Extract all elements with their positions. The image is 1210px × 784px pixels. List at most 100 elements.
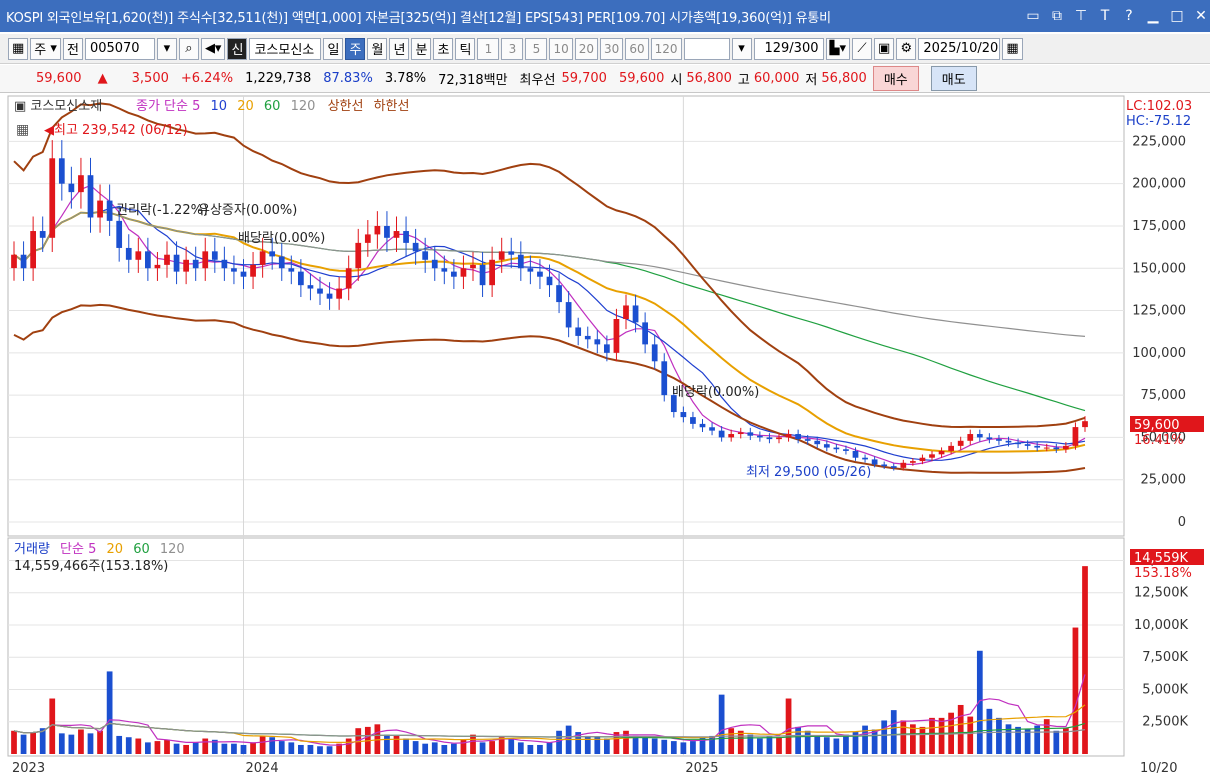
candle-body xyxy=(680,412,687,418)
chart-area[interactable]: 225,000 200,000 175,000 150,000 125,000 100,0… xyxy=(0,94,1210,781)
last-price-pct: 16.41% xyxy=(1134,433,1184,448)
text-icon[interactable]: T xyxy=(1096,7,1114,25)
candle-body xyxy=(145,251,151,269)
volume-bar xyxy=(345,738,352,754)
interval-1[interactable]: 1 xyxy=(477,37,500,60)
candle-body xyxy=(709,427,715,431)
candle-body xyxy=(125,247,132,260)
lc-label: LC:102.03 xyxy=(1126,99,1192,114)
stock-chart-svg[interactable]: 225,000 200,000 175,000 150,000 125,000 100,0… xyxy=(0,94,1210,781)
candle-body xyxy=(967,434,974,441)
volume-bar xyxy=(1015,726,1021,754)
candle-body xyxy=(737,432,744,435)
candle-body xyxy=(336,288,342,299)
candle-body xyxy=(1063,445,1069,450)
event-capital-increase: 유상증자(0.00%) xyxy=(198,203,297,218)
tool-icon[interactable]: ⟋ xyxy=(852,37,873,60)
candle-body xyxy=(221,259,228,269)
volume-bar xyxy=(785,698,792,754)
calendar-icon[interactable]: ▦ xyxy=(1002,37,1023,60)
candle-body xyxy=(900,462,907,468)
maximize-icon[interactable]: □ xyxy=(1168,7,1186,25)
candle-body xyxy=(881,464,888,467)
sell-button[interactable]: 매도 xyxy=(930,66,977,91)
interval-30[interactable]: 30 xyxy=(600,37,624,60)
volume-bar xyxy=(537,744,543,754)
volume-panel[interactable] xyxy=(7,537,1125,757)
volume-tick-label: 7,500K xyxy=(1142,650,1188,665)
window-icon[interactable]: ⧉ xyxy=(1048,7,1066,25)
volume-bar xyxy=(154,741,161,754)
candle-body xyxy=(202,251,209,269)
candle-body xyxy=(948,445,954,451)
candle-body xyxy=(231,268,237,272)
prev-button[interactable]: 전 xyxy=(62,37,83,60)
tab-tick[interactable]: 틱 xyxy=(455,37,476,60)
volume-bar xyxy=(919,726,926,754)
interval-120[interactable]: 120 xyxy=(650,37,682,60)
volume-bar xyxy=(116,735,123,754)
volume-bar xyxy=(508,738,515,754)
candle-body xyxy=(546,276,553,286)
volume-bar xyxy=(288,742,295,754)
search-icon[interactable]: ⌕ xyxy=(178,37,199,60)
interval-3[interactable]: 3 xyxy=(501,37,524,60)
stock-name-field[interactable]: 코스모신소 xyxy=(249,37,322,60)
last-volume-pct: 153.18% xyxy=(1134,566,1192,581)
help-icon[interactable]: ? xyxy=(1120,7,1138,25)
high-note: ◀최고 239,542 (06/12) xyxy=(44,123,188,138)
tab-day[interactable]: 일 xyxy=(323,37,344,60)
tab-month[interactable]: 월 xyxy=(367,37,388,60)
volume-bar xyxy=(479,742,486,754)
volume-bar xyxy=(584,735,591,754)
candle-body xyxy=(604,344,610,353)
interval-60[interactable]: 60 xyxy=(625,37,649,60)
interval-dropdown-icon[interactable]: ▾ xyxy=(731,37,752,60)
tab-year[interactable]: 년 xyxy=(389,37,410,60)
tab-week[interactable]: 주 xyxy=(345,37,366,60)
price-tick-label: 225,000 xyxy=(1132,134,1186,149)
tab-minute[interactable]: 분 xyxy=(411,37,432,60)
volume-bar xyxy=(11,730,17,754)
candle-body xyxy=(192,259,199,269)
interval-custom-input[interactable] xyxy=(683,37,730,60)
save-icon[interactable]: ▣ xyxy=(874,37,895,60)
volume-bar xyxy=(718,694,725,754)
volume-bar xyxy=(1005,724,1012,754)
chart-type-icon[interactable]: ▦ xyxy=(8,37,29,60)
minimize-icon[interactable]: ▁ xyxy=(1144,7,1162,25)
layout-icon[interactable]: ▭ xyxy=(1024,7,1042,25)
tab-second[interactable]: 초 xyxy=(433,37,454,60)
code-dropdown-icon[interactable]: ▾ xyxy=(156,37,177,60)
candle-body xyxy=(594,339,601,345)
pin-icon[interactable]: ⊤ xyxy=(1072,7,1090,25)
period-select[interactable]: 주 ▾ xyxy=(30,37,61,60)
candle-body xyxy=(1043,447,1050,449)
stock-code-input[interactable]: 005070 xyxy=(84,37,155,60)
sound-icon[interactable]: ◀▾ xyxy=(200,37,226,60)
stock-info-summary: KOSPI 외국인보유[1,620(천)] 주식수[32,511(천)] 액면[… xyxy=(6,10,831,26)
volume-bar xyxy=(221,743,228,754)
volume-bar xyxy=(642,737,648,754)
volume-bar xyxy=(441,744,448,754)
table-icon[interactable]: ▦ xyxy=(16,122,29,138)
buy-button[interactable]: 매수 xyxy=(872,66,919,91)
volume-bar xyxy=(269,737,276,754)
gear-icon[interactable]: ⚙ xyxy=(896,37,917,60)
indicator-icon[interactable]: ▙▾ xyxy=(825,37,851,60)
candle-body xyxy=(384,225,390,238)
interval-5[interactable]: 5 xyxy=(525,37,548,60)
candle-body xyxy=(78,175,84,193)
count-field[interactable]: 129/300 xyxy=(753,37,824,60)
volume-bar xyxy=(871,729,878,754)
hc-label: HC:-75.12 xyxy=(1126,114,1191,129)
close-icon[interactable]: ✕ xyxy=(1192,7,1210,25)
volume-bar xyxy=(804,730,811,754)
market-badge: 신 xyxy=(227,37,248,60)
date-field[interactable]: 2025/10/20 xyxy=(918,37,1001,60)
candle-body xyxy=(757,435,763,438)
interval-20[interactable]: 20 xyxy=(574,37,599,60)
candle-body xyxy=(412,242,419,252)
interval-10[interactable]: 10 xyxy=(549,37,573,60)
volume-bar xyxy=(97,730,103,754)
